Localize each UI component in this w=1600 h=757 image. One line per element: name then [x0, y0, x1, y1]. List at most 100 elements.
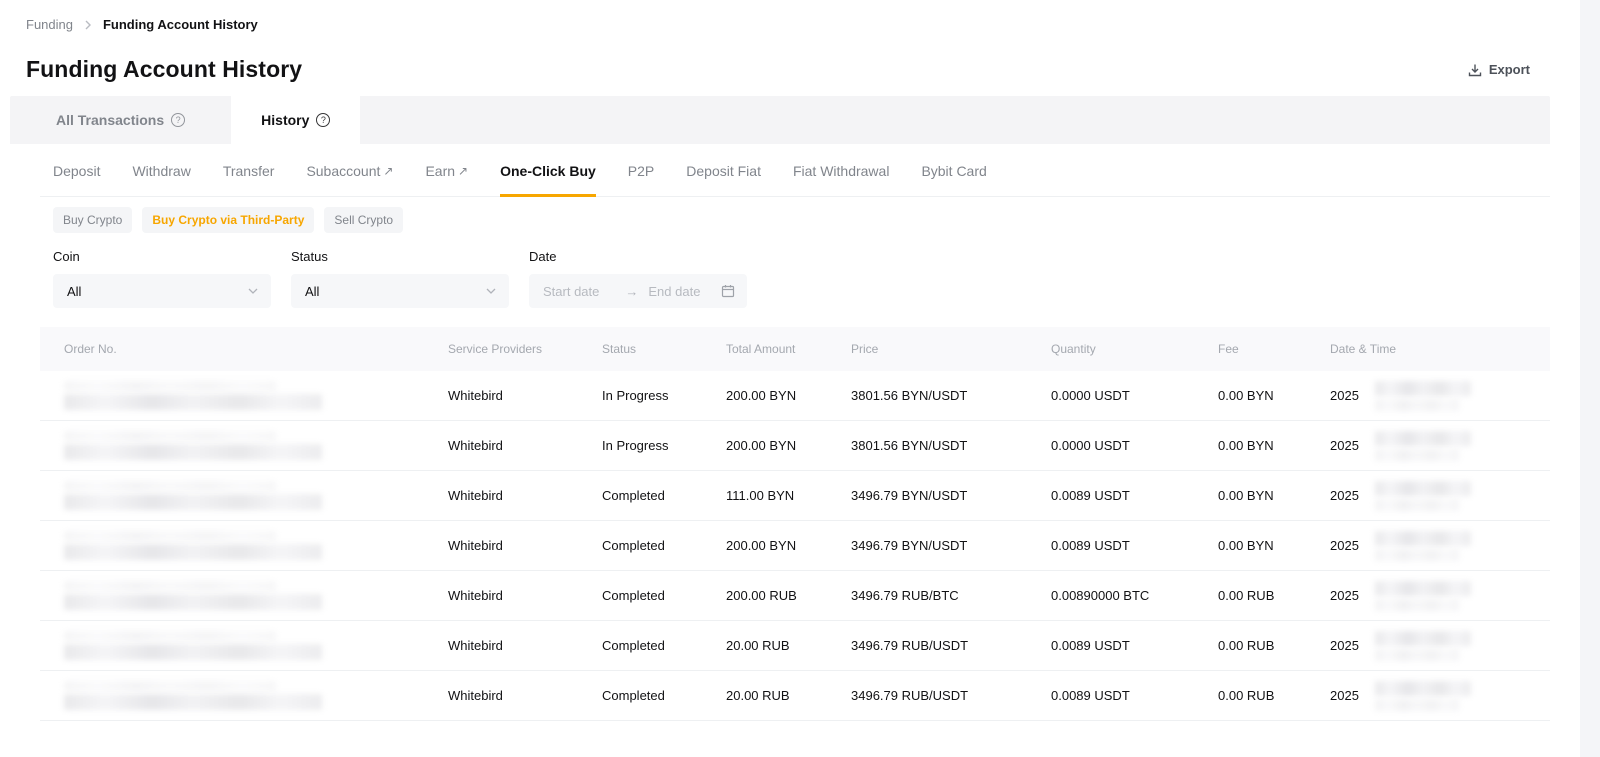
column-header-price: Price	[851, 342, 1051, 356]
service-provider-cell: Whitebird	[448, 538, 602, 553]
subtab-label: Deposit	[53, 163, 100, 179]
breadcrumb-parent[interactable]: Funding	[26, 17, 73, 32]
chevron-down-icon	[485, 285, 497, 297]
status-filter-label: Status	[291, 249, 509, 264]
filter-row: Coin All Status All Date Start date → En…	[40, 249, 1550, 308]
fee-cell: 0.00 RUB	[1218, 688, 1330, 703]
quantity-cell: 0.0000 USDT	[1051, 388, 1218, 403]
subtab-bar: Deposit Withdraw Transfer Subaccount ↗ E…	[40, 144, 1550, 197]
date-year: 2025	[1330, 688, 1359, 703]
external-link-icon: ↗	[383, 164, 393, 178]
pill-label: Buy Crypto via Third-Party	[152, 213, 304, 227]
date-year: 2025	[1330, 438, 1359, 453]
status-filter: Status All	[291, 249, 509, 308]
range-arrow-icon: →	[625, 284, 638, 299]
price-cell: 3801.56 BYN/USDT	[851, 388, 1051, 403]
price-cell: 3801.56 BYN/USDT	[851, 438, 1051, 453]
table-header-row: Order No. Service Providers Status Total…	[40, 327, 1550, 371]
date-year: 2025	[1330, 538, 1359, 553]
fee-cell: 0.00 BYN	[1218, 388, 1330, 403]
tab-history[interactable]: History ?	[231, 96, 360, 144]
service-provider-cell: Whitebird	[448, 688, 602, 703]
calendar-icon[interactable]	[721, 284, 735, 298]
status-select[interactable]: All	[291, 274, 509, 308]
table-row: Whitebird Completed 200.00 RUB 3496.79 R…	[40, 571, 1550, 621]
status-cell: In Progress	[602, 388, 726, 403]
price-cell: 3496.79 RUB/BTC	[851, 588, 1051, 603]
subtab-deposit-fiat[interactable]: Deposit Fiat	[686, 144, 761, 196]
right-gutter	[1580, 0, 1600, 757]
subtab-label: Deposit Fiat	[686, 163, 761, 179]
subtab-label: Fiat Withdrawal	[793, 163, 889, 179]
total-amount-cell: 200.00 BYN	[726, 538, 851, 553]
status-cell: Completed	[602, 688, 726, 703]
export-label: Export	[1489, 62, 1530, 77]
date-redacted	[1375, 481, 1471, 511]
total-amount-cell: 20.00 RUB	[726, 638, 851, 653]
subtab-label: Withdraw	[132, 163, 190, 179]
end-date-input[interactable]: End date	[648, 284, 700, 299]
column-header-fee: Fee	[1218, 342, 1330, 356]
quantity-cell: 0.0089 USDT	[1051, 688, 1218, 703]
date-time-cell: 2025	[1330, 431, 1550, 461]
pill-buy-crypto[interactable]: Buy Crypto	[53, 207, 132, 233]
tab-label: History	[261, 112, 309, 128]
table-row: Whitebird In Progress 200.00 BYN 3801.56…	[40, 421, 1550, 471]
date-time-cell: 2025	[1330, 581, 1550, 611]
external-link-icon: ↗	[458, 164, 468, 178]
price-cell: 3496.79 BYN/USDT	[851, 538, 1051, 553]
date-redacted	[1375, 581, 1471, 611]
table-row: Whitebird Completed 20.00 RUB 3496.79 RU…	[40, 671, 1550, 721]
date-redacted	[1375, 681, 1471, 711]
date-time-cell: 2025	[1330, 531, 1550, 561]
subtab-withdraw[interactable]: Withdraw	[132, 144, 190, 196]
subtab-label: P2P	[628, 163, 654, 179]
order-no-redacted	[64, 581, 448, 610]
status-select-value: All	[305, 284, 319, 299]
quantity-cell: 0.0000 USDT	[1051, 438, 1218, 453]
column-header-total-amount: Total Amount	[726, 342, 851, 356]
column-header-quantity: Quantity	[1051, 342, 1218, 356]
subtab-fiat-withdrawal[interactable]: Fiat Withdrawal	[793, 144, 889, 196]
status-cell: Completed	[602, 488, 726, 503]
help-icon: ?	[171, 113, 185, 127]
date-time-cell: 2025	[1330, 381, 1550, 411]
date-year: 2025	[1330, 388, 1359, 403]
total-amount-cell: 111.00 BYN	[726, 488, 851, 503]
subtab-earn[interactable]: Earn ↗	[425, 144, 468, 196]
page-title: Funding Account History	[26, 56, 302, 83]
history-table: Order No. Service Providers Status Total…	[40, 327, 1550, 721]
start-date-input[interactable]: Start date	[543, 284, 599, 299]
status-cell: In Progress	[602, 438, 726, 453]
coin-select[interactable]: All	[53, 274, 271, 308]
fee-cell: 0.00 RUB	[1218, 638, 1330, 653]
coin-filter: Coin All	[53, 249, 271, 308]
pill-sell-crypto[interactable]: Sell Crypto	[324, 207, 403, 233]
pill-label: Buy Crypto	[63, 213, 122, 227]
subtab-one-click-buy[interactable]: One-Click Buy	[500, 144, 596, 196]
subtab-label: Subaccount	[306, 163, 380, 179]
date-filter: Date Start date → End date	[529, 249, 747, 308]
subtab-p2p[interactable]: P2P	[628, 144, 654, 196]
subtab-label: One-Click Buy	[500, 163, 596, 179]
export-button[interactable]: Export	[1468, 62, 1530, 77]
table-row: Whitebird Completed 20.00 RUB 3496.79 RU…	[40, 621, 1550, 671]
service-provider-cell: Whitebird	[448, 588, 602, 603]
table-body: Whitebird In Progress 200.00 BYN 3801.56…	[40, 371, 1550, 721]
quantity-cell: 0.0089 USDT	[1051, 538, 1218, 553]
fee-cell: 0.00 RUB	[1218, 588, 1330, 603]
subtab-transfer[interactable]: Transfer	[223, 144, 275, 196]
subtab-deposit[interactable]: Deposit	[53, 144, 100, 196]
breadcrumb-current: Funding Account History	[103, 17, 258, 32]
subtab-bybit-card[interactable]: Bybit Card	[921, 144, 986, 196]
date-year: 2025	[1330, 588, 1359, 603]
pill-buy-crypto-via-third-party[interactable]: Buy Crypto via Third-Party	[142, 207, 314, 233]
status-cell: Completed	[602, 638, 726, 653]
date-range-input[interactable]: Start date → End date	[529, 274, 747, 308]
total-amount-cell: 20.00 RUB	[726, 688, 851, 703]
date-redacted	[1375, 531, 1471, 561]
subtab-subaccount[interactable]: Subaccount ↗	[306, 144, 393, 196]
pill-label: Sell Crypto	[334, 213, 393, 227]
tab-all-transactions[interactable]: All Transactions ?	[10, 96, 231, 144]
column-header-order-no: Order No.	[64, 342, 448, 356]
